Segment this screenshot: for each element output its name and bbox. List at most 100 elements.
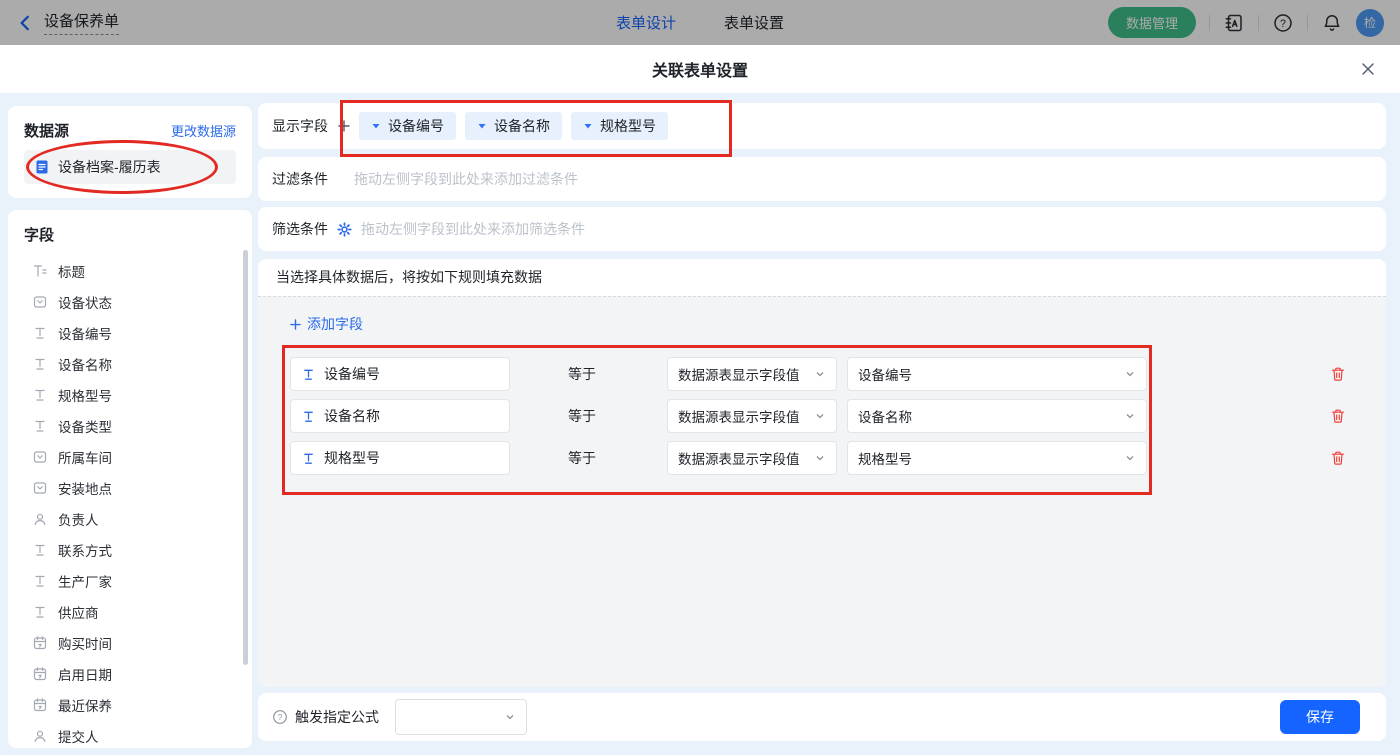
caret-down-icon [477, 121, 487, 131]
field-tag-label: 设备编号 [388, 116, 444, 136]
text-field-icon [301, 451, 316, 466]
field-item-label: 标题 [58, 261, 85, 281]
svg-text:?: ? [1280, 17, 1286, 29]
field-item[interactable]: 设备类型 [8, 410, 252, 441]
rule-source-field-select[interactable]: 规格型号 [847, 441, 1147, 475]
field-item-label: 提交人 [58, 726, 99, 746]
close-icon[interactable] [1360, 61, 1376, 82]
user-avatar[interactable]: 检 [1356, 9, 1384, 37]
text-field-icon [32, 418, 48, 434]
tab-form-design[interactable]: 表单设计 [616, 12, 676, 33]
field-item-label: 安装地点 [58, 478, 112, 498]
filter-dropzone[interactable]: 拖动左侧字段到此处来添加过滤条件 [354, 169, 578, 189]
display-fields-label: 显示字段 [272, 116, 328, 136]
field-item-label: 生产厂家 [58, 571, 112, 591]
field-list: 标题设备状态设备编号设备名称规格型号设备类型所属车间安装地点负责人联系方式生产厂… [8, 255, 252, 748]
field-item[interactable]: 安装地点 [8, 472, 252, 503]
rule-source-field-value: 设备名称 [858, 406, 912, 426]
app-window: 设备保养单 表单设计 表单设置 数据管理 ? 检 关联表单设置 [0, 0, 1400, 755]
field-item[interactable]: 生产厂家 [8, 565, 252, 596]
rule-operator: 等于 [568, 399, 596, 433]
scrollbar[interactable] [243, 250, 248, 665]
topbar-actions: 数据管理 ? 检 [1108, 7, 1384, 38]
text-field-icon [32, 542, 48, 558]
data-manage-button[interactable]: 数据管理 [1108, 7, 1196, 38]
field-item[interactable]: 购买时间 [8, 627, 252, 658]
chevron-down-icon [1124, 368, 1136, 380]
field-item-label: 负责人 [58, 509, 99, 529]
field-item[interactable]: 供应商 [8, 596, 252, 627]
rule-row: 设备编号 等于 数据源表显示字段值 设备编号 [258, 357, 1386, 391]
add-field-button[interactable]: 添加字段 [290, 314, 363, 334]
field-item-label: 启用日期 [58, 664, 112, 684]
address-book-icon[interactable] [1223, 12, 1245, 34]
gear-icon[interactable] [337, 222, 352, 237]
rule-source-field-select[interactable]: 设备名称 [847, 399, 1147, 433]
notification-bell-icon[interactable] [1321, 12, 1343, 34]
form-title: 设备保养单 [44, 10, 119, 35]
field-item[interactable]: 标题 [8, 255, 252, 286]
field-item[interactable]: 规格型号 [8, 379, 252, 410]
back-button[interactable] [16, 14, 34, 32]
select-field-icon [32, 294, 48, 310]
document-icon [34, 159, 50, 175]
datasource-title: 数据源 [24, 120, 69, 141]
field-tag[interactable]: 设备编号 [359, 112, 456, 140]
change-datasource-link[interactable]: 更改数据源 [171, 121, 236, 140]
chevron-down-icon [814, 368, 826, 380]
rule-target-field[interactable]: 规格型号 [290, 441, 510, 475]
field-item[interactable]: 提交人 [8, 720, 252, 748]
rule-source-field-select[interactable]: 设备编号 [847, 357, 1147, 391]
field-item[interactable]: 联系方式 [8, 534, 252, 565]
screening-dropzone[interactable]: 拖动左侧字段到此处来添加筛选条件 [361, 219, 585, 239]
divider [1307, 15, 1308, 31]
field-item-label: 购买时间 [58, 633, 112, 653]
text-field-icon [32, 356, 48, 372]
rule-operator: 等于 [568, 441, 596, 475]
field-item[interactable]: 启用日期 [8, 658, 252, 689]
help-icon[interactable]: ? [1272, 12, 1294, 34]
question-circle-icon[interactable]: ? [272, 709, 288, 725]
svg-text:?: ? [278, 712, 283, 722]
fields-panel: 字段 标题设备状态设备编号设备名称规格型号设备类型所属车间安装地点负责人联系方式… [8, 210, 252, 748]
date-field-icon [32, 697, 48, 713]
rule-operator: 等于 [568, 357, 596, 391]
field-item[interactable]: 设备名称 [8, 348, 252, 379]
plus-icon [290, 319, 301, 330]
chevron-down-icon [814, 410, 826, 422]
field-tag[interactable]: 设备名称 [465, 112, 562, 140]
formula-select[interactable] [395, 699, 527, 735]
tab-form-settings[interactable]: 表单设置 [724, 12, 784, 33]
field-item[interactable]: 最近保养 [8, 689, 252, 720]
rules-hint: 当选择具体数据后，将按如下规则填充数据 [258, 259, 1386, 296]
field-tag[interactable]: 规格型号 [571, 112, 668, 140]
rules-body: 添加字段 设备编号 等于 数据源表显示字段值 设备编号 [258, 296, 1386, 687]
date-field-icon [32, 635, 48, 651]
delete-rule-icon[interactable] [1330, 450, 1346, 466]
delete-rule-icon[interactable] [1330, 408, 1346, 424]
field-item[interactable]: 负责人 [8, 503, 252, 534]
field-item-label: 最近保养 [58, 695, 112, 715]
chevron-down-icon [1124, 452, 1136, 464]
rule-target-field[interactable]: 设备编号 [290, 357, 510, 391]
save-button[interactable]: 保存 [1280, 700, 1360, 734]
field-tag-label: 规格型号 [600, 116, 656, 136]
add-display-field-icon[interactable] [338, 120, 350, 132]
rule-source-type-select[interactable]: 数据源表显示字段值 [667, 357, 837, 391]
user-field-icon [32, 511, 48, 527]
divider [1209, 15, 1210, 31]
field-item[interactable]: 设备编号 [8, 317, 252, 348]
rule-source-type-select[interactable]: 数据源表显示字段值 [667, 441, 837, 475]
rule-source-type-select[interactable]: 数据源表显示字段值 [667, 399, 837, 433]
field-item[interactable]: 所属车间 [8, 441, 252, 472]
field-item-label: 设备名称 [58, 354, 112, 374]
rule-target-field[interactable]: 设备名称 [290, 399, 510, 433]
select-field-icon [32, 449, 48, 465]
text-field-icon [32, 573, 48, 589]
field-item[interactable]: 设备状态 [8, 286, 252, 317]
datasource-item[interactable]: 设备档案-履历表 [24, 150, 236, 184]
divider [1258, 15, 1259, 31]
rule-target-label: 设备名称 [324, 406, 380, 426]
datasource-item-label: 设备档案-履历表 [58, 157, 161, 177]
delete-rule-icon[interactable] [1330, 366, 1346, 382]
